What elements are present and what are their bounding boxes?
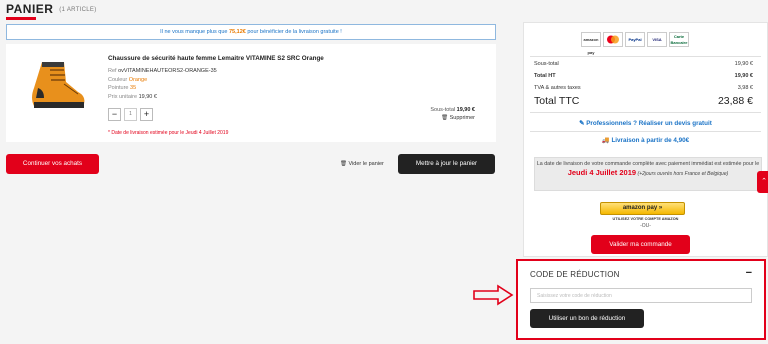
apply-discount-button[interactable]: Utiliser un bon de réduction bbox=[530, 309, 644, 328]
remove-item-link[interactable]: 🗑 Supprimer bbox=[441, 115, 475, 121]
unit-price-value: 19,90 € bbox=[138, 93, 157, 100]
delivery-price-link[interactable]: 🚚 Livraison à partir de 4,90€ bbox=[524, 136, 767, 144]
summary-value: 19,90 € bbox=[734, 73, 753, 79]
pro-quote-label: Professionnels ? Réaliser un devis gratu… bbox=[586, 120, 712, 127]
discount-code-input[interactable] bbox=[530, 288, 752, 303]
banner-prefix: Il ne vous manque plus que bbox=[160, 29, 228, 35]
pro-quote-link[interactable]: ✎ Professionnels ? Réaliser un devis gra… bbox=[524, 120, 767, 127]
ref-label: Ref bbox=[108, 68, 117, 74]
page-title: PANIER (1 ARTICLE) bbox=[6, 2, 97, 16]
banner-amount: 75,12€ bbox=[228, 29, 246, 35]
payment-logos: amazon pay PayPal VISA Carte Bancaire bbox=[581, 32, 689, 55]
mastercard-logo bbox=[603, 32, 623, 47]
banner-suffix: pour bénéficier de la livraison gratuite… bbox=[247, 29, 342, 35]
divider bbox=[530, 56, 761, 57]
line-subtotal-label: Sous-total bbox=[430, 107, 456, 113]
discount-code-title: CODE DE RÉDUCTION bbox=[530, 270, 620, 279]
arrow-right-icon bbox=[473, 284, 514, 306]
update-cart-button[interactable]: Mettre à jour le panier bbox=[398, 154, 495, 174]
article-count: (1 ARTICLE) bbox=[59, 7, 97, 13]
color-value: Orange bbox=[128, 76, 148, 83]
product-image[interactable] bbox=[20, 58, 90, 114]
collapse-toggle-button[interactable]: − bbox=[746, 267, 752, 279]
product-attributes: Ref ovVITAMINEHAUTEORS2-ORANGE-35 Couleu… bbox=[108, 67, 217, 101]
visa-logo: VISA bbox=[647, 32, 667, 47]
color-label: Couleur bbox=[108, 76, 128, 83]
truck-icon: 🚚 bbox=[601, 137, 610, 144]
amazon-pay-logo: amazon pay bbox=[581, 32, 601, 55]
double-chevron-right-icon: » bbox=[658, 205, 663, 211]
delivery-note: (+2jours ouvrés hors France et Belgique) bbox=[637, 170, 729, 177]
delivery-notice-text: La date de livraison de votre commande c… bbox=[536, 161, 760, 167]
delivery-date-notice: La date de livraison de votre commande c… bbox=[534, 157, 762, 191]
quantity-stepper: − 1 + bbox=[108, 108, 153, 121]
order-summary: amazon pay PayPal VISA Carte Bancaire So… bbox=[523, 22, 768, 257]
summary-row-total-ht: Total HT 19,90 € bbox=[534, 73, 753, 79]
amazon-caption: UTILISEZ VOTRE COMPTE AMAZON bbox=[612, 217, 679, 221]
paypal-logo: PayPal bbox=[625, 32, 645, 47]
empty-cart-label: Vider le panier bbox=[348, 161, 384, 167]
validate-order-button[interactable]: Valider ma commande bbox=[591, 235, 690, 254]
decrease-quantity-button[interactable]: − bbox=[108, 108, 121, 121]
cart-page: PANIER (1 ARTICLE) Il ne vous manque plu… bbox=[0, 0, 768, 344]
summary-label: Total HT bbox=[534, 73, 556, 79]
increase-quantity-button[interactable]: + bbox=[140, 108, 153, 121]
trash-icon: 🗑 bbox=[441, 115, 449, 121]
summary-label: Total TTC bbox=[534, 95, 580, 107]
divider bbox=[530, 131, 761, 132]
summary-label: Sous-total bbox=[534, 61, 559, 67]
cart-title-text: PANIER bbox=[6, 2, 54, 16]
divider bbox=[530, 112, 761, 113]
trash-icon: 🗑 bbox=[340, 161, 347, 167]
discount-code-panel: CODE DE RÉDUCTION − Utiliser un bon de r… bbox=[516, 259, 766, 340]
line-subtotal: Sous-total 19,90 € bbox=[430, 107, 475, 113]
summary-row-subtotal: Sous-total 19,90 € bbox=[534, 61, 753, 67]
title-underline bbox=[6, 17, 36, 20]
amazon-pay-label: amazon pay bbox=[622, 205, 658, 211]
ref-value: ovVITAMINEHAUTEORS2-ORANGE-35 bbox=[118, 68, 217, 74]
delivery-estimate: * Date de livraison estimée pour le Jeud… bbox=[108, 130, 229, 136]
summary-row-vat: TVA & autres taxes 3,98 € bbox=[534, 85, 753, 91]
size-label: Pointure bbox=[108, 85, 129, 91]
scroll-to-top-button[interactable]: ⌃ bbox=[757, 171, 768, 193]
unit-price-label: Prix unitaire bbox=[108, 93, 138, 100]
summary-value: 3,98 € bbox=[737, 85, 753, 91]
or-separator: -OU- bbox=[640, 223, 651, 229]
product-name[interactable]: Chaussure de sécurité haute femme Lemait… bbox=[108, 55, 324, 62]
chevron-up-icon: ⌃ bbox=[761, 178, 767, 185]
free-shipping-banner: Il ne vous manque plus que 75,12€ pour b… bbox=[6, 24, 496, 40]
cart-item: Chaussure de sécurité haute femme Lemait… bbox=[6, 44, 496, 142]
summary-value: 19,90 € bbox=[734, 61, 753, 67]
edit-icon: ✎ bbox=[579, 120, 585, 127]
summary-label: TVA & autres taxes bbox=[534, 85, 581, 91]
remove-label: Supprimer bbox=[449, 115, 475, 121]
amazon-pay-button[interactable]: amazon pay » bbox=[600, 202, 685, 215]
quantity-input[interactable]: 1 bbox=[124, 108, 137, 121]
continue-shopping-button[interactable]: Continuer vos achats bbox=[6, 154, 99, 174]
carte-bancaire-logo: Carte Bancaire bbox=[669, 32, 689, 47]
size-value: 35 bbox=[130, 85, 137, 91]
empty-cart-link[interactable]: 🗑 Vider le panier bbox=[340, 161, 384, 167]
summary-row-total-ttc: Total TTC 23,88 € bbox=[534, 95, 753, 107]
delivery-date: Jeudi 4 Juillet 2019 bbox=[567, 167, 637, 177]
delivery-price-label: Livraison à partir de 4,90€ bbox=[611, 137, 690, 144]
summary-value: 23,88 € bbox=[717, 95, 753, 107]
line-subtotal-value: 19,90 € bbox=[456, 107, 475, 113]
